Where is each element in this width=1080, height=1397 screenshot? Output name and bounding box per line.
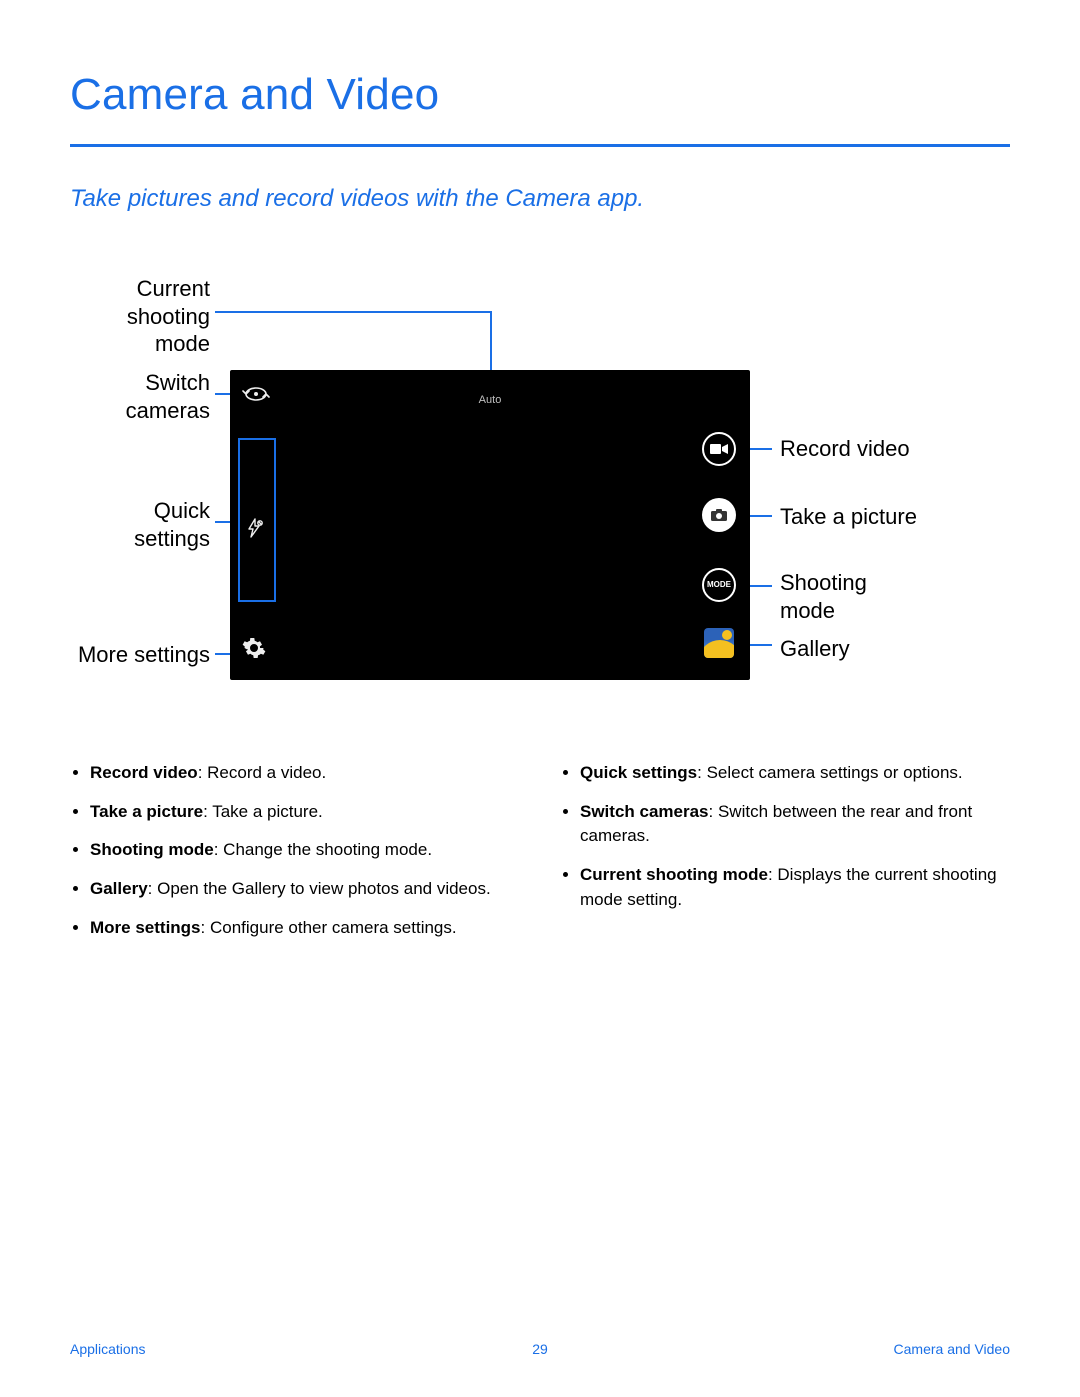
mode-button[interactable]: MODE [702,568,736,602]
bullet-desc: : Select camera settings or options. [697,763,963,782]
text: Record video [780,436,910,461]
shutter-button[interactable] [702,498,736,532]
callout-more-settings: More settings [70,641,210,669]
bullet-list-right: Quick settings: Select camera settings o… [560,761,1010,954]
bullet-desc: : Open the Gallery to view photos and vi… [148,879,491,898]
current-mode-label: Auto [479,394,502,406]
text: shooting [127,304,210,329]
footer-page-number: 29 [532,1341,548,1357]
camera-ui-screenshot: Auto MODE [230,370,750,680]
callout-take-picture: Take a picture [780,503,917,531]
bullet-item: Quick settings: Select camera settings o… [580,761,1010,786]
callout-quick-settings: Quick settings [70,497,210,552]
title-rule [70,144,1010,147]
bullet-desc: : Change the shooting mode. [214,840,432,859]
bullet-term: Record video [90,763,198,782]
bullet-term: More settings [90,918,201,937]
text: Gallery [780,636,850,661]
bullet-item: Gallery: Open the Gallery to view photos… [90,877,520,902]
callout-record-video: Record video [780,435,910,463]
bullet-item: Switch cameras: Switch between the rear … [580,800,1010,849]
bullet-list-left: Record video: Record a video. Take a pict… [70,761,520,954]
text: Take a picture [780,504,917,529]
bullet-desc: : Take a picture. [203,802,323,821]
footer-right: Camera and Video [894,1341,1010,1357]
bullet-term: Shooting mode [90,840,214,859]
bullet-item: More settings: Configure other camera se… [90,916,520,941]
gear-icon [242,636,266,660]
record-video-button[interactable] [702,432,736,466]
bullet-item: Record video: Record a video. [90,761,520,786]
text: More settings [78,642,210,667]
callout-gallery: Gallery [780,635,850,663]
thumb-sun [722,630,732,640]
bullet-item: Shooting mode: Change the shooting mode. [90,838,520,863]
bullet-item: Current shooting mode: Displays the curr… [580,863,1010,912]
text: settings [134,526,210,551]
bullet-term: Current shooting mode [580,865,768,884]
text: Quick [154,498,210,523]
switch-camera-icon [242,384,270,404]
text: Shooting [780,570,867,595]
page-footer: Applications 29 Camera and Video [70,1341,1010,1357]
camera-diagram: Current shooting mode Switch cameras Qui… [70,275,1010,705]
callout-switch-cameras: Switch cameras [70,369,210,424]
callout-shooting-mode: Shooting mode [780,569,867,624]
text: Current [137,276,210,301]
bullet-term: Gallery [90,879,148,898]
thumb-hill [704,640,734,658]
flash-icon [244,518,264,538]
bullet-item: Take a picture: Take a picture. [90,800,520,825]
bullet-desc: : Record a video. [198,763,327,782]
mode-button-label: MODE [707,581,731,589]
page-title: Camera and Video [70,70,1010,120]
bullet-term: Switch cameras [580,802,709,821]
bullet-columns: Record video: Record a video. Take a pict… [70,761,1010,954]
leader [215,311,490,313]
callout-current-mode: Current shooting mode [70,275,210,358]
bullet-term: Take a picture [90,802,203,821]
gallery-button[interactable] [704,628,734,658]
bullet-term: Quick settings [580,763,697,782]
footer-left: Applications [70,1341,146,1357]
bullet-desc: : Configure other camera settings. [201,918,457,937]
text: mode [155,331,210,356]
text: mode [780,598,835,623]
page-subtitle: Take pictures and record videos with the… [70,185,1010,213]
page: Camera and Video Take pictures and recor… [0,0,1080,1397]
text: cameras [126,398,210,423]
text: Switch [145,370,210,395]
